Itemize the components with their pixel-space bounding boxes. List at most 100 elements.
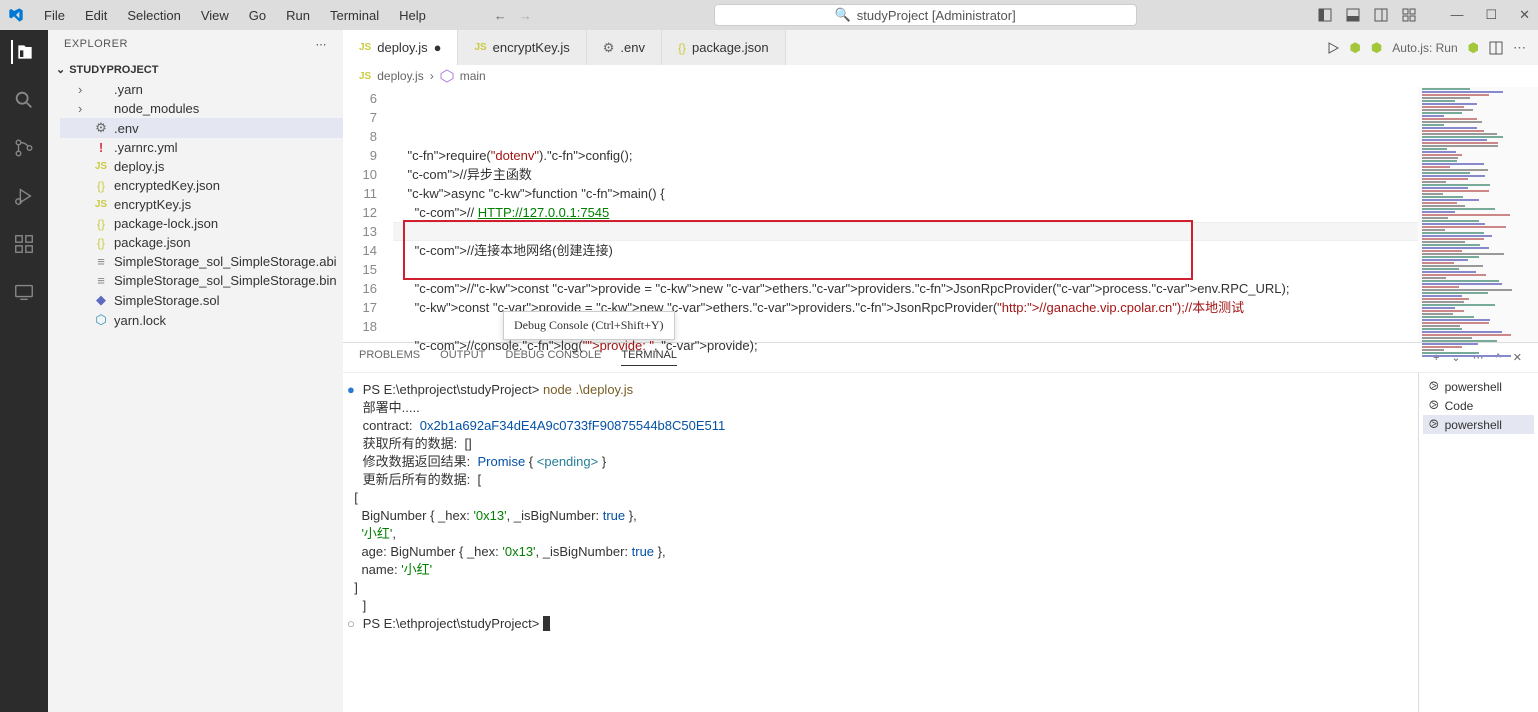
l9b: '小红' [361,526,392,541]
tab-.env[interactable]: ⚙.env [587,30,662,65]
tree-item-package.json[interactable]: {}package.json [60,233,343,252]
terminal-powershell[interactable]: ⧁powershell [1423,415,1534,434]
tree-item-.yarn[interactable]: ›.yarn [60,80,343,99]
menu-help[interactable]: Help [391,4,434,27]
tab-deploy.js[interactable]: JSdeploy.js● [343,30,458,65]
l4a: 获取所有的数据: [363,436,465,451]
l4b: [] [465,436,472,451]
project-header[interactable]: ⌄ STUDYPROJECT [48,59,343,80]
l11a: name: [347,562,401,577]
breadcrumb-symbol: main [460,69,486,83]
prompt2: PS E:\ethproject\studyProject> [363,616,543,631]
tree-item-.env[interactable]: ⚙.env [60,118,343,138]
android-icon[interactable]: ⬢ [1350,40,1361,56]
tree-item-deploy.js[interactable]: JSdeploy.js [60,157,343,176]
minimap[interactable] [1418,87,1538,342]
l8a: BigNumber { _hex: [347,508,473,523]
file-tree: ›.yarn›node_modules⚙.env!.yarnrc.ymlJSde… [48,80,343,330]
breadcrumb[interactable]: JS deploy.js › main [343,65,1538,87]
l7: [ [347,490,358,505]
close-icon[interactable]: ✕ [1519,7,1530,23]
extensions-icon[interactable] [12,232,36,256]
explorer-title: EXPLORER [64,38,128,51]
maximize-icon[interactable]: ☐ [1485,7,1497,23]
android-icon-2[interactable]: ⬢ [1371,40,1382,56]
tree-item-encryptKey.js[interactable]: JSencryptKey.js [60,195,343,214]
l5e: } [598,454,606,469]
l8e: }, [625,508,637,523]
tree-item-SimpleStorage_sol_SimpleStorage.abi[interactable]: ≡SimpleStorage_sol_SimpleStorage.abi [60,252,343,271]
tree-item-.yarnrc.yml[interactable]: !.yarnrc.yml [60,138,343,157]
editor-body[interactable]: 6789101112131415161718 "c-fn">require("d… [343,87,1538,342]
split-icon[interactable] [1489,41,1503,55]
tree-item-node_modules[interactable]: ›node_modules [60,99,343,118]
debug-icon[interactable] [12,184,36,208]
l11b: '小红' [401,562,432,577]
activity-bar [0,30,48,712]
method-icon [440,69,454,83]
tree-item-encryptedKey.json[interactable]: {}encryptedKey.json [60,176,343,195]
android-icon-3[interactable]: ⬢ [1468,40,1479,56]
tooltip: Debug Console (Ctrl+Shift+Y) [503,311,675,340]
close-panel-icon[interactable]: ✕ [1513,351,1522,364]
breadcrumb-file: deploy.js [377,69,423,83]
l13: ] [363,598,367,613]
tab-package.json[interactable]: {}package.json [662,30,786,65]
terminal-Code[interactable]: ⧁Code [1423,396,1534,415]
tab-encryptKey.js[interactable]: JSencryptKey.js [458,30,586,65]
search-icon: 🔍 [835,7,851,23]
title-search[interactable]: 🔍 studyProject [Administrator] [714,4,1137,26]
nav-arrows: ← → [494,8,532,23]
run-icon[interactable] [1326,41,1340,55]
titlebar: File Edit Selection View Go Run Terminal… [0,0,1538,30]
search-activity-icon[interactable] [12,88,36,112]
tab-more-icon[interactable]: ⋯ [1513,40,1526,56]
l10c: , _isBigNumber: [536,544,632,559]
chevron-down-icon: ⌄ [56,63,65,76]
js-icon: JS [359,71,371,82]
panel-icon[interactable] [1346,8,1360,22]
remote-icon[interactable] [12,280,36,304]
l10d: true [632,544,654,559]
autojs-label[interactable]: Auto.js: Run [1392,41,1457,55]
l6b: [ [478,472,482,487]
terminal-powershell[interactable]: ⧁powershell [1423,377,1534,396]
menu-run[interactable]: Run [278,4,318,27]
nav-forward-icon[interactable]: → [519,8,532,23]
chevron-right-icon: › [430,69,434,83]
tree-item-package-lock.json[interactable]: {}package-lock.json [60,214,343,233]
l8c: , _isBigNumber: [507,508,603,523]
explorer-icon[interactable] [11,40,35,64]
l5b: Promise [478,454,526,469]
tree-item-SimpleStorage_sol_SimpleStorage.bin[interactable]: ≡SimpleStorage_sol_SimpleStorage.bin [60,271,343,290]
tree-item-SimpleStorage.sol[interactable]: ◆SimpleStorage.sol [60,290,343,310]
l5d: <pending> [537,454,598,469]
l5c: { [525,454,537,469]
menu-terminal[interactable]: Terminal [322,4,387,27]
vscode-icon [8,7,24,23]
tree-item-yarn.lock[interactable]: ⬡yarn.lock [60,310,343,330]
l8d: true [603,508,625,523]
layout-icon[interactable] [1318,8,1332,22]
l10e: }, [654,544,666,559]
menu-view[interactable]: View [193,4,237,27]
editor-area: JSdeploy.js●JSencryptKey.js⚙.env{}packag… [343,30,1538,712]
menu-selection[interactable]: Selection [119,4,188,27]
l9a [347,526,361,541]
l10b: '0x13' [502,544,535,559]
menu-file[interactable]: File [36,4,73,27]
code-content[interactable]: "c-fn">require("dotenv")."c-fn">config()… [393,87,1418,342]
nav-back-icon[interactable]: ← [494,8,507,23]
maximize-panel-icon[interactable]: ^ [1496,352,1501,364]
customize-icon[interactable] [1402,8,1416,22]
scm-icon[interactable] [12,136,36,160]
menu-edit[interactable]: Edit [77,4,115,27]
title-text: studyProject [Administrator] [857,8,1016,23]
minimize-icon[interactable]: — [1450,7,1463,23]
terminal-list: ⧁powershell⧁Code⧁powershell [1418,373,1538,712]
more-icon[interactable]: ⋯ [316,38,328,51]
menu-go[interactable]: Go [241,4,274,27]
layout-right-icon[interactable] [1374,8,1388,22]
l9c: , [392,526,396,541]
l10a: age: BigNumber { _hex: [347,544,502,559]
